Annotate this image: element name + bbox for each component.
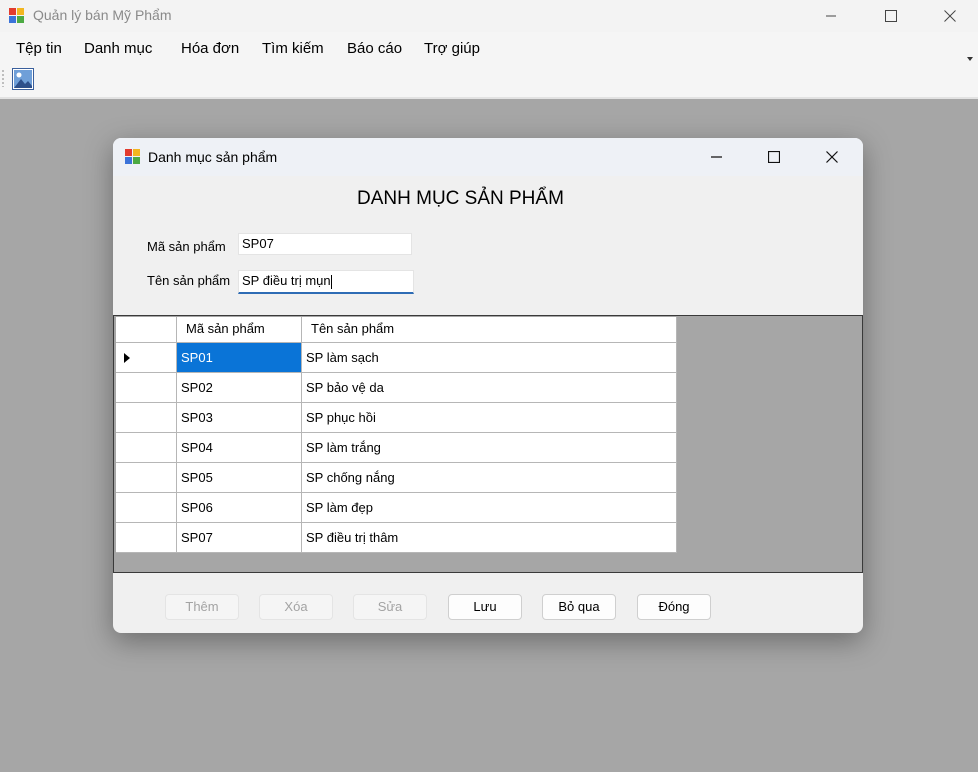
main-titlebar[interactable]: Quản lý bán Mỹ Phẩm xyxy=(0,0,978,32)
close-button[interactable] xyxy=(927,0,973,32)
grid-row-header[interactable] xyxy=(116,463,177,493)
close-icon xyxy=(826,151,838,163)
grid-column-header[interactable]: Tên sản phẩm xyxy=(302,317,677,343)
grid-row-header[interactable] xyxy=(116,373,177,403)
xoa-button[interactable]: Xóa xyxy=(259,594,333,620)
menu-hoa-don[interactable]: Hóa đơn xyxy=(181,40,239,57)
grid-row-header[interactable] xyxy=(116,523,177,553)
dialog-app-icon xyxy=(125,149,141,165)
minimize-button[interactable] xyxy=(808,0,854,32)
grid-cell-ma[interactable]: SP01 xyxy=(177,343,302,373)
minimize-icon xyxy=(826,15,836,17)
ten-san-pham-value: SP điều trị mụn xyxy=(242,273,331,288)
product-datagrid[interactable]: Mã sản phẩm Tên sản phẩm SP01 SP làm sạch SP… xyxy=(113,315,863,573)
dialog-close-button[interactable] xyxy=(809,141,855,173)
dialog-titlebar[interactable]: Danh mục sản phẩm xyxy=(113,138,863,176)
grid-cell-ma[interactable]: SP02 xyxy=(177,373,302,403)
grid-cell-ma[interactable]: SP03 xyxy=(177,403,302,433)
ma-san-pham-value: SP07 xyxy=(242,236,274,251)
grid-cell-ten[interactable]: SP phục hồi xyxy=(302,403,677,433)
grid-cell-ten[interactable]: SP làm sạch xyxy=(302,343,677,373)
grid-row-header[interactable] xyxy=(116,433,177,463)
dialog-minimize-button[interactable] xyxy=(693,141,739,173)
image-icon[interactable] xyxy=(12,68,34,90)
current-row-arrow-icon xyxy=(124,353,130,363)
menu-overflow-arrow-icon[interactable] xyxy=(967,57,973,61)
grid-row-header[interactable] xyxy=(116,403,177,433)
grid-cell-ma[interactable]: SP05 xyxy=(177,463,302,493)
maximize-button[interactable] xyxy=(868,0,914,32)
menu-danh-muc[interactable]: Danh mục xyxy=(84,40,152,57)
menu-tim-kiem[interactable]: Tìm kiếm xyxy=(262,40,324,57)
maximize-icon xyxy=(885,10,897,22)
grid-row-header[interactable] xyxy=(116,493,177,523)
ma-san-pham-input[interactable]: SP07 xyxy=(238,233,412,255)
minimize-icon xyxy=(711,156,722,158)
app-icon xyxy=(9,8,25,24)
toolbar-grip[interactable] xyxy=(2,69,4,87)
menu-bao-cao[interactable]: Báo cáo xyxy=(347,40,402,57)
grid-cell-ten[interactable]: SP điều trị thâm xyxy=(302,523,677,553)
text-caret xyxy=(330,274,332,289)
grid-column-header[interactable]: Mã sản phẩm xyxy=(177,317,302,343)
maximize-icon xyxy=(768,151,780,163)
dong-button[interactable]: Đóng xyxy=(637,594,711,620)
grid-corner-header[interactable] xyxy=(116,317,177,343)
dialog-maximize-button[interactable] xyxy=(751,141,797,173)
grid-cell-ten[interactable]: SP làm trắng xyxy=(302,433,677,463)
ma-san-pham-label: Mã sản phẩm xyxy=(147,239,226,254)
menubar: Tệp tin Danh mục Hóa đơn Tìm kiếm Báo cá… xyxy=(0,32,978,64)
grid-cell-ten[interactable]: SP bảo vệ da xyxy=(302,373,677,403)
close-icon xyxy=(944,10,956,22)
main-window-title: Quản lý bán Mỹ Phẩm xyxy=(33,7,172,23)
grid-row-header[interactable] xyxy=(116,343,177,373)
bo-qua-button[interactable]: Bỏ qua xyxy=(542,594,616,620)
dialog-title: Danh mục sản phẩm xyxy=(148,149,278,165)
grid-cell-ma[interactable]: SP04 xyxy=(177,433,302,463)
luu-button[interactable]: Lưu xyxy=(448,594,522,620)
product-dialog: Danh mục sản phẩm DANH MỤC SẢN PHẨM Mã s… xyxy=(113,138,863,633)
ten-san-pham-label: Tên sản phẩm xyxy=(147,273,231,288)
toolbar xyxy=(0,64,978,99)
sua-button[interactable]: Sửa xyxy=(353,594,427,620)
dialog-heading: DANH MỤC SẢN PHẨM xyxy=(357,188,564,209)
grid-cell-ma[interactable]: SP07 xyxy=(177,523,302,553)
grid-cell-ma[interactable]: SP06 xyxy=(177,493,302,523)
grid-cell-ten[interactable]: SP làm đẹp xyxy=(302,493,677,523)
menu-tep-tin[interactable]: Tệp tin xyxy=(16,40,62,57)
ten-san-pham-input[interactable]: SP điều trị mụn xyxy=(238,270,414,294)
them-button[interactable]: Thêm xyxy=(165,594,239,620)
grid-cell-ten[interactable]: SP chống nắng xyxy=(302,463,677,493)
menu-tro-giup[interactable]: Trợ giúp xyxy=(424,40,480,57)
